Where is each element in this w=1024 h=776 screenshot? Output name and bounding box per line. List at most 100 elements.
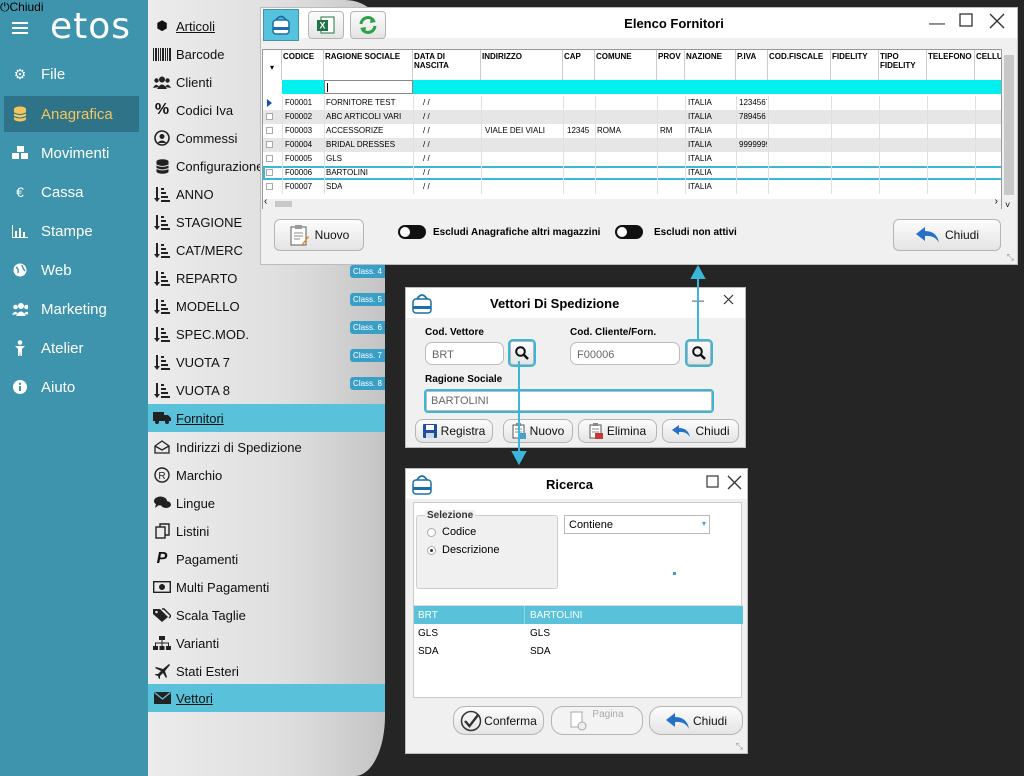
nav-item-atelier[interactable]: Atelier [0, 330, 148, 366]
submenu-item-scala-taglie[interactable]: Scala Taglie [148, 601, 385, 629]
filter-ragione-input[interactable] [324, 80, 413, 94]
close-button[interactable] [727, 475, 742, 490]
row-checkbox[interactable] [266, 169, 273, 176]
sort-list-icon [152, 186, 172, 202]
row-checkbox[interactable] [266, 99, 273, 107]
hamburger-menu-icon[interactable] [12, 21, 28, 35]
nuovo-button[interactable]: Nuovo [274, 219, 364, 251]
col-header[interactable]: CELLU [975, 50, 1001, 80]
scroll-down-icon[interactable]: ˅ [1005, 200, 1010, 210]
col-header[interactable]: TELEFONO [927, 50, 975, 80]
horizontal-scrollbar[interactable]: ‹ › [263, 196, 1001, 209]
conferma-button[interactable]: Conferma [453, 706, 544, 735]
row-checkbox[interactable] [266, 127, 273, 134]
resize-grip-icon[interactable]: ⤡ [736, 741, 743, 752]
refresh-icon [359, 16, 377, 34]
table-row[interactable]: F00003 ACCESSORIZE / / VIALE DEI VIALI 12345… [263, 124, 1001, 138]
nav-item-web[interactable]: Web [0, 252, 148, 288]
nav-item-marketing[interactable]: Marketing [0, 291, 148, 327]
table-row[interactable]: F00005 GLS / / ITALIA [263, 152, 1001, 166]
col-header[interactable]: DATA DI NASCITA [413, 50, 481, 80]
pagina-label: Pagina [592, 709, 624, 720]
close-button[interactable] [989, 13, 1005, 29]
table-row[interactable]: F00007 SDA / / ITALIA [263, 180, 1001, 194]
sort-list-icon [152, 298, 172, 314]
submenu-item-lingue[interactable]: Lingue [148, 489, 385, 517]
col-header[interactable]: FIDELITY [831, 50, 879, 80]
col-header[interactable]: PROV [657, 50, 685, 80]
col-header[interactable]: TIPO FIDELITY [879, 50, 927, 80]
submenu-label: Fornitori [176, 410, 224, 426]
refresh-button[interactable] [350, 11, 386, 39]
submenu-label: Configurazione [176, 158, 264, 174]
submenu-item-multi-pagamenti[interactable]: Multi Pagamenti [148, 573, 385, 601]
submenu-item-pagamenti[interactable]: P Pagamenti [148, 545, 385, 573]
cod-vettore-input[interactable]: BRT [425, 342, 504, 365]
col-header[interactable]: P.IVA [736, 50, 768, 80]
scroll-left-icon[interactable]: ‹ [264, 196, 267, 207]
paypal-icon: P [156, 550, 168, 567]
escludi-non-attivi-label: Escludi non attivi [654, 227, 737, 238]
resize-grip-icon[interactable]: ⤡ [1007, 252, 1014, 263]
list-item[interactable]: GLS GLS [414, 624, 743, 642]
minimize-button[interactable]: — [929, 15, 945, 33]
pagina-button[interactable]: Pagina [551, 706, 643, 735]
col-header[interactable]: RAGIONE SOCIALE [324, 50, 413, 80]
floppy-save-icon [422, 424, 437, 438]
money-bill-icon [152, 581, 172, 593]
col-header[interactable]: COD.FISCALE [768, 50, 831, 80]
excel-export-button[interactable]: X [308, 11, 344, 39]
nav-item-stampe[interactable]: Stampe [0, 213, 148, 249]
grid-row-menu-icon[interactable]: ▾ [263, 50, 282, 80]
mode-select[interactable]: Contiene ▾ [564, 515, 710, 534]
radio-codice[interactable]: Codice [427, 526, 476, 538]
list-item[interactable]: BRT BARTOLINI [414, 606, 743, 624]
table-row[interactable]: F00004 BRIDAL DRESSES / / ITALIA 9999999 [263, 138, 1001, 152]
submenu-item-fornitori[interactable]: Fornitori [148, 404, 385, 432]
close-button[interactable] [723, 294, 734, 305]
list-item[interactable]: SDA SDA [414, 642, 743, 660]
submenu-item-vettori[interactable]: Vettori [148, 684, 385, 712]
col-header[interactable]: CAP [563, 50, 595, 80]
row-checkbox[interactable] [266, 113, 273, 120]
vertical-scrollbar[interactable]: ˅ [1002, 49, 1016, 210]
sort-list-icon [152, 382, 172, 398]
submenu-item-listini[interactable]: Listini [148, 517, 385, 545]
escludi-non-attivi-toggle[interactable] [615, 225, 643, 239]
chiudi-button[interactable]: Chiudi [649, 706, 743, 735]
chiudi-button[interactable]: Chiudi [893, 219, 1001, 251]
submenu-item-varianti[interactable]: Varianti [148, 629, 385, 657]
nav-chiudi-button[interactable]: ⏻Chiudi [0, 0, 44, 15]
table-row[interactable]: F00001 FORNITORE TEST / / ITALIA 1234567 [263, 96, 1001, 110]
scroll-thumb[interactable] [275, 201, 292, 207]
row-checkbox[interactable] [266, 141, 273, 148]
nav-item-cassa[interactable]: € Cassa [0, 174, 148, 210]
submenu-item-indirizzi-spedizione[interactable]: Indirizzi di Spedizione [148, 433, 385, 461]
table-row[interactable]: F00006 BARTOLINI / / ITALIA [263, 166, 1001, 180]
nav-item-aiuto[interactable]: Aiuto [0, 369, 148, 405]
fornitori-window: Elenco Fornitori X — ▾ CODICE RAGIONE SO… [260, 7, 1018, 265]
escludi-magazzini-toggle[interactable] [398, 225, 426, 239]
scroll-right-icon[interactable]: › [995, 196, 998, 207]
row-checkbox[interactable] [266, 183, 273, 190]
nav-item-anagrafica[interactable]: Anagrafica [4, 96, 139, 132]
selezione-label: Selezione [425, 510, 476, 521]
col-header[interactable]: CODICE [282, 50, 324, 80]
nav-item-movimenti[interactable]: Movimenti [0, 135, 148, 171]
cell-piva: 1234567 [739, 98, 767, 107]
col-header[interactable]: INDIRIZZO [481, 50, 563, 80]
maximize-button[interactable] [706, 475, 719, 488]
submenu-item-stati-esteri[interactable]: Stati Esteri [148, 657, 385, 685]
registra-button[interactable]: Registra [415, 419, 493, 443]
nav-item-file[interactable]: ⚙ File [0, 56, 148, 92]
cell-nazione: ITALIA [688, 126, 712, 135]
submenu-item-marchio[interactable]: R Marchio [148, 461, 385, 489]
col-header[interactable]: COMUNE [595, 50, 657, 80]
column-separator [524, 624, 525, 642]
col-header[interactable]: NAZIONE [685, 50, 736, 80]
maximize-button[interactable] [959, 13, 973, 27]
scroll-thumb[interactable] [1004, 55, 1014, 195]
table-row[interactable]: F00002 ABC ARTICOLI VARI / / ITALIA 789456 [263, 110, 1001, 124]
radio-descrizione[interactable]: Descrizione [427, 544, 499, 556]
row-checkbox[interactable] [266, 155, 273, 162]
